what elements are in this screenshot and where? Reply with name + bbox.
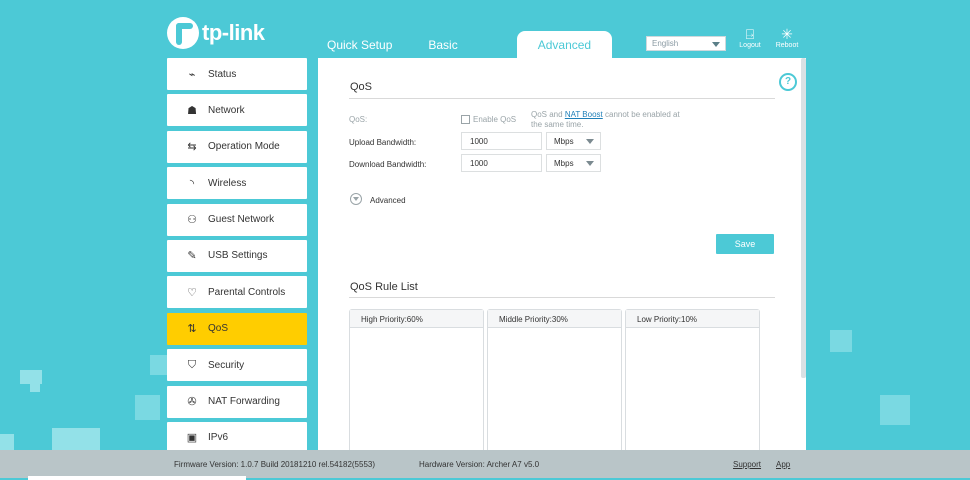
chevron-down-icon — [586, 161, 594, 166]
tp-link-logo-icon — [167, 17, 199, 49]
background-decoration — [0, 434, 14, 450]
wireless-icon: ◝ — [189, 177, 195, 190]
firmware-version: Firmware Version: 1.0.7 Build 20181210 r… — [174, 460, 376, 469]
qos-nat-boost-note: QoS and NAT Boost cannot be enabled at t… — [531, 110, 691, 129]
reboot-button[interactable]: ✳ Reboot — [771, 26, 803, 49]
usb-icon: ✎ — [187, 250, 197, 263]
sidebar-item-label: Wireless — [208, 177, 247, 189]
shield-icon: ⛉ — [187, 358, 197, 371]
tab-quick-setup[interactable]: Quick Setup — [312, 31, 407, 58]
language-selected: English — [652, 39, 679, 48]
background-decoration — [52, 428, 100, 450]
qos-section-title: QoS — [350, 81, 373, 93]
sidebar-item-network[interactable]: ☗ Network — [167, 94, 307, 127]
download-unit-value: Mbps — [554, 159, 574, 168]
upload-unit-value: Mbps — [554, 137, 574, 146]
sidebar-item-label: IPv6 — [208, 432, 229, 444]
tp-link-logo[interactable]: tp-link — [167, 17, 265, 49]
sidebar-item-qos[interactable]: ⇅ QoS — [167, 312, 307, 345]
nat-icon: ✇ — [187, 396, 197, 409]
sidebar-item-usb-settings[interactable]: ✎ USB Settings — [167, 239, 307, 272]
scrollbar[interactable] — [801, 58, 806, 378]
tab-basic[interactable]: Basic — [413, 31, 472, 58]
save-button[interactable]: Save — [716, 234, 774, 254]
upload-bandwidth-label: Upload Bandwidth: — [349, 138, 417, 147]
sidebar-item-label: Parental Controls — [208, 286, 286, 298]
upload-bandwidth-input[interactable]: 1000 — [461, 132, 542, 150]
sidebar-item-status[interactable]: ⌁ Status — [167, 58, 307, 90]
low-priority-list[interactable]: Low Priority:10% — [625, 309, 760, 464]
download-bandwidth-input[interactable]: 1000 — [461, 154, 542, 172]
qos-rule-list-title: QoS Rule List — [350, 281, 418, 293]
chevron-down-icon — [712, 42, 720, 47]
advanced-toggle-label[interactable]: Advanced — [370, 196, 406, 205]
download-bandwidth-label: Download Bandwidth: — [349, 160, 427, 169]
enable-qos-label: Enable QoS — [473, 115, 517, 124]
support-link[interactable]: Support — [733, 460, 761, 469]
main-tabs: Quick Setup Basic Advanced — [312, 31, 613, 58]
background-decoration — [880, 395, 910, 425]
bottom-bar-decoration — [28, 476, 246, 480]
heart-icon: ♡ — [187, 286, 197, 299]
background-decoration — [830, 330, 852, 352]
section-divider — [349, 297, 775, 298]
network-icon: ☗ — [187, 104, 197, 117]
footer: Firmware Version: 1.0.7 Build 20181210 r… — [0, 450, 970, 478]
sidebar-item-operation-mode[interactable]: ⇆ Operation Mode — [167, 130, 307, 163]
nat-boost-link[interactable]: NAT Boost — [565, 110, 603, 119]
low-priority-header: Low Priority:10% — [626, 310, 759, 328]
tab-advanced[interactable]: Advanced — [516, 31, 613, 58]
reboot-label: Reboot — [775, 42, 799, 49]
guest-network-icon: ⚇ — [187, 214, 197, 227]
sidebar-item-security[interactable]: ⛉ Security — [167, 349, 307, 382]
background-decoration — [30, 384, 40, 392]
sidebar-item-label: QoS — [208, 323, 229, 335]
help-icon[interactable]: ? — [779, 73, 797, 91]
sidebar-item-wireless[interactable]: ◝ Wireless — [167, 167, 307, 200]
app-link[interactable]: App — [776, 460, 790, 469]
sidebar-item-label: Status — [208, 68, 237, 80]
sidebar-item-label: Guest Network — [208, 214, 275, 226]
section-divider — [349, 98, 775, 99]
sidebar-item-guest-network[interactable]: ⚇ Guest Network — [167, 203, 307, 236]
top-bar: tp-link Quick Setup Basic Advanced Engli… — [0, 0, 970, 58]
up-down-arrows-icon: ⇅ — [187, 323, 197, 336]
sidebar-item-label: Network — [208, 104, 245, 116]
advanced-toggle-icon[interactable] — [350, 193, 362, 205]
upload-unit-select[interactable]: Mbps — [546, 132, 601, 150]
chevron-down-icon — [586, 139, 594, 144]
background-decoration — [135, 395, 160, 420]
logout-label: Logout — [739, 42, 761, 49]
sidebar-item-label: NAT Forwarding — [208, 396, 280, 408]
language-select[interactable]: English — [646, 36, 726, 51]
ipv6-icon: ▣ — [186, 432, 198, 445]
qos-label: QoS: — [349, 115, 368, 124]
operation-mode-icon: ⇆ — [187, 141, 197, 154]
sidebar: ⌁ Status ☗ Network ⇆ Operation Mode ◝ Wirele… — [167, 58, 307, 458]
logout-icon: ⍈ — [745, 26, 755, 42]
hardware-version: Hardware Version: Archer A7 v5.0 — [419, 460, 540, 469]
middle-priority-header: Middle Priority:30% — [488, 310, 621, 328]
sidebar-item-label: Operation Mode — [208, 141, 280, 153]
middle-priority-list[interactable]: Middle Priority:30% — [487, 309, 622, 464]
sidebar-item-parental-controls[interactable]: ♡ Parental Controls — [167, 276, 307, 309]
sidebar-item-nat-forwarding[interactable]: ✇ NAT Forwarding — [167, 385, 307, 418]
reboot-icon: ✳ — [781, 26, 793, 42]
note-prefix: QoS and — [531, 110, 563, 119]
sidebar-item-label: USB Settings — [208, 250, 268, 262]
logo-text: tp-link — [202, 20, 265, 45]
background-decoration — [20, 370, 42, 384]
download-unit-select[interactable]: Mbps — [546, 154, 601, 172]
logout-button[interactable]: ⍈ Logout — [734, 26, 766, 49]
high-priority-list[interactable]: High Priority:60% — [349, 309, 484, 464]
enable-qos-checkbox[interactable] — [461, 115, 470, 124]
pulse-icon: ⌁ — [188, 68, 196, 81]
high-priority-header: High Priority:60% — [350, 310, 483, 328]
sidebar-item-label: Security — [208, 359, 245, 371]
